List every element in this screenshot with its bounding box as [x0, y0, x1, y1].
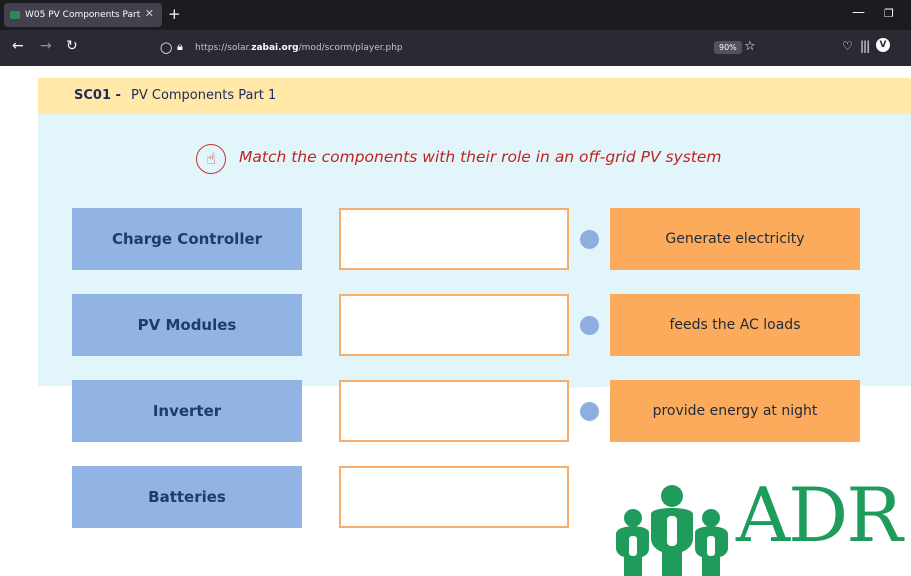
- instruction-text: Match the components with their role in …: [239, 148, 722, 166]
- lesson-code: SC01 -: [74, 88, 121, 103]
- back-icon[interactable]: ←: [12, 38, 24, 54]
- drop-zone-1[interactable]: [339, 208, 569, 270]
- adra-logo-icon: [616, 485, 728, 576]
- component-card-inverter[interactable]: Inverter: [72, 380, 302, 442]
- pocket-icon[interactable]: ♡: [842, 39, 853, 53]
- lesson-header: SC01 - PV Components Part 1: [38, 78, 911, 114]
- role-card-provide-energy-at-night[interactable]: provide energy at night: [610, 380, 860, 442]
- component-card-pv-modules[interactable]: PV Modules: [72, 294, 302, 356]
- shield-icon[interactable]: ◯: [160, 41, 172, 54]
- browser-tab[interactable]: W05 PV Components Part 1 : C ✕: [4, 3, 162, 27]
- connector-dot[interactable]: [580, 230, 599, 249]
- url-text[interactable]: https://solar.zabai.org/mod/scorm/player…: [195, 43, 403, 53]
- browser-tab-bar: W05 PV Components Part 1 : C ✕ + — ❐: [0, 0, 911, 30]
- tap-hand-icon: ☝︎: [196, 144, 226, 174]
- reload-icon[interactable]: ↻: [66, 38, 78, 54]
- forward-icon[interactable]: →: [40, 38, 52, 54]
- zoom-level[interactable]: 90%: [714, 41, 742, 54]
- drop-zone-3[interactable]: [339, 380, 569, 442]
- logo-text: ADR: [736, 471, 903, 559]
- role-card-feeds-ac-loads[interactable]: feeds the AC loads: [610, 294, 860, 356]
- close-tab-icon[interactable]: ✕: [145, 7, 154, 20]
- favicon-icon: [10, 11, 20, 19]
- connector-dot[interactable]: [580, 316, 599, 335]
- component-card-charge-controller[interactable]: Charge Controller: [72, 208, 302, 270]
- browser-nav-bar: ← → ↻ ◯ 🔒︎ https://solar.zabai.org/mod/s…: [0, 30, 911, 66]
- address-bar[interactable]: ◯ 🔒︎ https://solar.zabai.org/mod/scorm/p…: [150, 34, 770, 62]
- drop-zone-4[interactable]: [339, 466, 569, 528]
- library-icon[interactable]: |||: [860, 39, 870, 53]
- role-card-generate-electricity[interactable]: Generate electricity: [610, 208, 860, 270]
- new-tab-button[interactable]: +: [168, 5, 181, 23]
- minimize-icon[interactable]: —: [852, 5, 865, 20]
- profile-avatar[interactable]: V: [876, 38, 890, 52]
- star-icon[interactable]: ☆: [744, 39, 756, 54]
- lesson-title: PV Components Part 1: [131, 88, 277, 103]
- connector-dot[interactable]: [580, 402, 599, 421]
- restore-icon[interactable]: ❐: [884, 7, 894, 20]
- tab-title: W05 PV Components Part 1 : C: [25, 10, 143, 20]
- drop-zone-2[interactable]: [339, 294, 569, 356]
- lock-icon[interactable]: 🔒︎: [177, 40, 183, 54]
- component-card-batteries[interactable]: Batteries: [72, 466, 302, 528]
